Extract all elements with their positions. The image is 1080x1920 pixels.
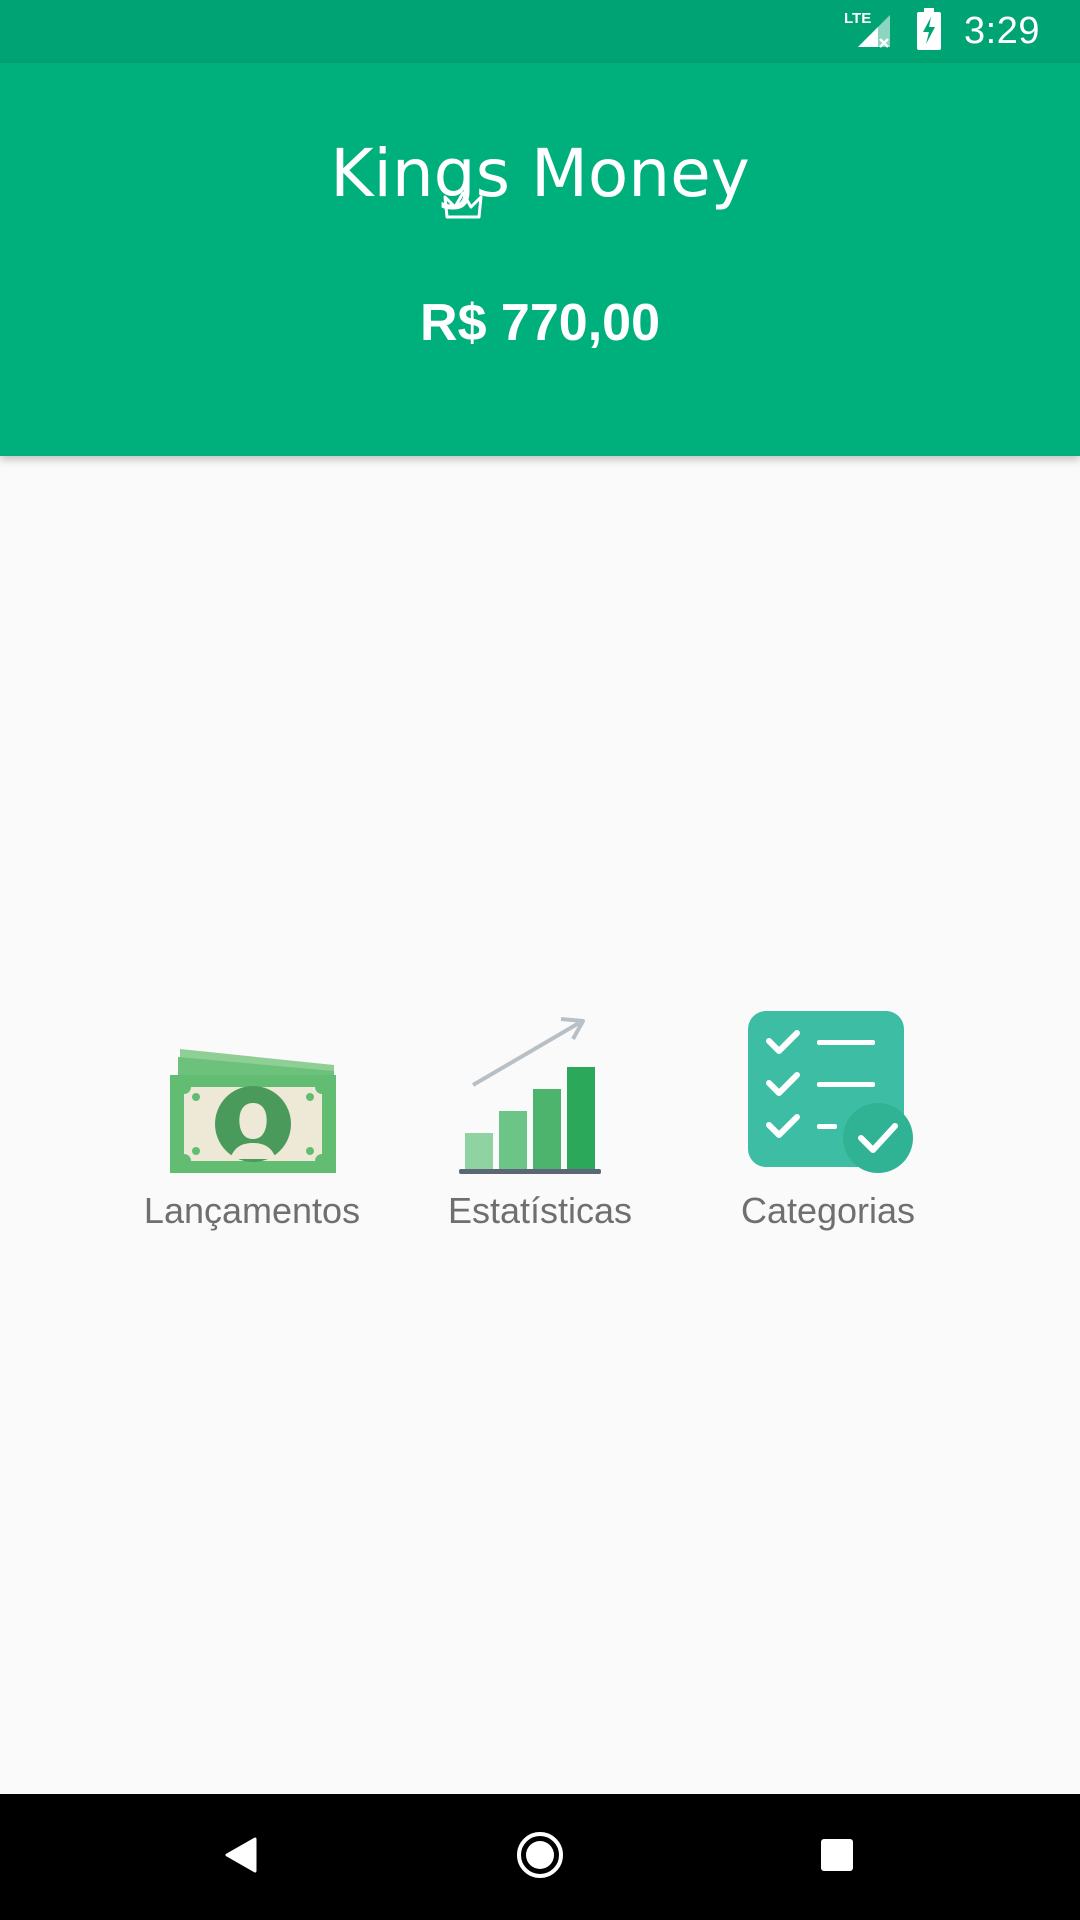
status-time: 3:29: [964, 10, 1040, 52]
lte-signal-icon: LTE: [844, 7, 894, 56]
network-type-label: LTE: [844, 10, 871, 27]
recents-button[interactable]: [774, 1794, 900, 1920]
menu-item-categorias[interactable]: Categorias: [698, 1010, 958, 1240]
crown-icon: [443, 191, 483, 219]
recents-icon: [819, 1837, 855, 1878]
status-bar: LTE 3:29: [0, 0, 1080, 63]
main-menu: Lançamentos Estatísticas Categorias: [0, 1010, 1080, 1250]
home-icon: [515, 1830, 565, 1885]
logo-text: Kings Money: [330, 134, 750, 212]
status-icons: LTE 3:29: [844, 0, 1040, 63]
menu-item-label: Lançamentos: [143, 1190, 361, 1231]
bar-chart-growth-icon: [455, 1015, 625, 1180]
balance-amount: R$ 770,00: [420, 294, 660, 352]
app-header: Kings Money R$ 770,00: [0, 63, 1080, 456]
menu-item-label: Estatísticas: [447, 1190, 633, 1231]
app-screen: LTE 3:29 Kings Money R$ 770,00 Lançament…: [0, 0, 1080, 1920]
navigation-bar: [0, 1794, 1080, 1920]
battery-charging-icon: [916, 8, 942, 55]
app-logo: Kings Money: [0, 123, 1080, 223]
back-button[interactable]: [178, 1794, 304, 1920]
menu-item-estatisticas[interactable]: Estatísticas: [410, 1010, 670, 1240]
menu-item-lancamentos[interactable]: Lançamentos: [122, 1010, 382, 1240]
money-bills-icon: [166, 1047, 338, 1180]
back-icon: [223, 1835, 259, 1880]
menu-item-label: Categorias: [740, 1190, 916, 1231]
checklist-icon: [741, 1005, 915, 1180]
home-button[interactable]: [477, 1794, 603, 1920]
